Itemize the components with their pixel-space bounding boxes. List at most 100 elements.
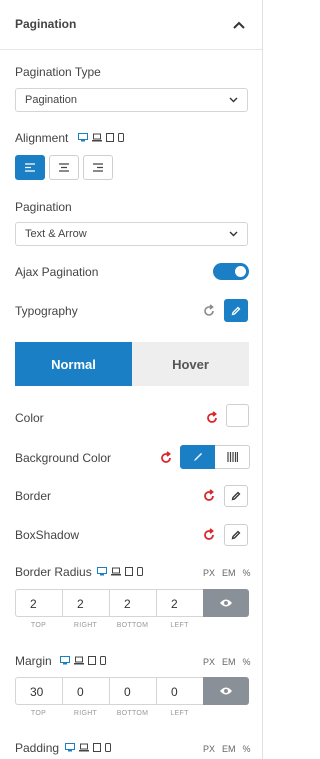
mobile-icon[interactable] (100, 656, 106, 665)
align-left-icon (25, 163, 35, 172)
align-right-icon (93, 163, 103, 172)
side-label-bottom: BOTTOM (116, 622, 149, 629)
typography-label: Typography (15, 304, 78, 318)
eye-icon (220, 599, 232, 607)
pagination-settings-panel: Pagination Pagination Type Pagination Al… (0, 0, 263, 759)
border-radius-right-input[interactable]: 2 (62, 589, 109, 617)
border-edit-button[interactable] (224, 485, 248, 507)
border-label: Border (15, 489, 52, 503)
margin-top-input[interactable]: 30 (15, 677, 62, 705)
border-radius-bottom-input[interactable]: 2 (109, 589, 156, 617)
reset-icon[interactable] (202, 528, 216, 542)
reset-icon[interactable] (202, 489, 216, 503)
margin-inputs: 30 0 0 0 (15, 677, 249, 705)
laptop-icon[interactable] (79, 743, 89, 752)
box-shadow-edit-button[interactable] (224, 524, 248, 546)
pagination-value: Text & Arrow (25, 228, 87, 240)
alignment-label: Alignment (15, 131, 69, 145)
side-label-right: RIGHT (73, 710, 98, 717)
box-shadow-label: BoxShadow (15, 528, 80, 542)
pagination-select[interactable]: Text & Arrow (15, 222, 248, 246)
tab-hover[interactable]: Hover (132, 342, 249, 386)
mobile-icon[interactable] (118, 133, 124, 142)
pagination-label: Pagination (15, 200, 72, 214)
desktop-icon[interactable] (65, 743, 75, 752)
side-label-top: TOP (30, 710, 47, 717)
eye-icon (220, 687, 232, 695)
unit-switcher: PX EM % (203, 657, 251, 667)
desktop-icon[interactable] (78, 133, 88, 142)
side-label-top: TOP (30, 622, 47, 629)
border-radius-top-input[interactable]: 2 (15, 589, 62, 617)
typography-edit-button[interactable] (224, 299, 248, 322)
mobile-icon[interactable] (137, 567, 143, 576)
device-switcher (65, 743, 111, 752)
side-label-left: LEFT (170, 622, 189, 629)
chevron-down-icon (229, 97, 238, 103)
padding-label: Padding (15, 741, 60, 755)
chevron-up-icon[interactable] (231, 17, 247, 33)
reset-icon[interactable] (202, 304, 216, 318)
ajax-pagination-label: Ajax Pagination (15, 265, 99, 279)
desktop-icon[interactable] (97, 567, 107, 576)
margin-label: Margin (15, 654, 52, 668)
pagination-type-label: Pagination Type (15, 65, 101, 79)
reset-icon[interactable] (159, 451, 173, 465)
tablet-icon[interactable] (125, 567, 133, 576)
side-label-left: LEFT (170, 710, 189, 717)
border-radius-inputs: 2 2 2 2 (15, 589, 249, 617)
unit-px[interactable]: PX (203, 744, 215, 754)
border-radius-left-input[interactable]: 2 (156, 589, 203, 617)
desktop-icon[interactable] (60, 656, 70, 665)
link-values-button[interactable] (203, 589, 249, 617)
margin-bottom-input[interactable]: 0 (109, 677, 156, 705)
section-title: Pagination (15, 17, 77, 31)
margin-left-input[interactable]: 0 (156, 677, 203, 705)
ajax-pagination-toggle[interactable] (213, 263, 249, 280)
pencil-icon (231, 530, 241, 540)
tab-normal[interactable]: Normal (15, 342, 132, 386)
tablet-icon[interactable] (93, 743, 101, 752)
pagination-type-select[interactable]: Pagination (15, 88, 248, 112)
link-values-button[interactable] (203, 677, 249, 705)
reset-icon[interactable] (205, 411, 219, 425)
device-switcher (78, 133, 124, 142)
unit-percent[interactable]: % (243, 744, 251, 754)
pagination-type-value: Pagination (25, 94, 77, 106)
side-label-bottom: BOTTOM (116, 710, 149, 717)
tablet-icon[interactable] (106, 133, 114, 142)
unit-percent[interactable]: % (243, 657, 251, 667)
device-switcher (60, 656, 106, 665)
unit-switcher: PX EM % (203, 568, 251, 578)
device-switcher (97, 567, 143, 576)
background-gradient-button[interactable] (215, 445, 250, 469)
laptop-icon[interactable] (111, 567, 121, 576)
background-type-switch (180, 445, 250, 469)
laptop-icon[interactable] (74, 656, 84, 665)
chevron-down-icon (229, 231, 238, 237)
align-center-icon (59, 163, 69, 172)
align-right-button[interactable] (83, 155, 113, 180)
side-label-right: RIGHT (73, 622, 98, 629)
section-header[interactable]: Pagination (0, 0, 262, 50)
border-radius-side-labels: TOP RIGHT BOTTOM LEFT (15, 622, 203, 629)
color-swatch[interactable] (226, 404, 249, 427)
unit-px[interactable]: PX (203, 657, 215, 667)
unit-switcher: PX EM % (203, 744, 251, 754)
border-radius-label: Border Radius (15, 565, 92, 579)
align-left-button[interactable] (15, 155, 45, 180)
unit-em[interactable]: EM (222, 744, 236, 754)
align-center-button[interactable] (49, 155, 79, 180)
margin-right-input[interactable]: 0 (62, 677, 109, 705)
unit-em[interactable]: EM (222, 657, 236, 667)
brush-icon (193, 453, 202, 461)
background-classic-button[interactable] (180, 445, 215, 469)
margin-side-labels: TOP RIGHT BOTTOM LEFT (15, 710, 203, 717)
alignment-buttons (15, 155, 113, 180)
unit-em[interactable]: EM (222, 568, 236, 578)
unit-percent[interactable]: % (243, 568, 251, 578)
mobile-icon[interactable] (105, 743, 111, 752)
unit-px[interactable]: PX (203, 568, 215, 578)
tablet-icon[interactable] (88, 656, 96, 665)
laptop-icon[interactable] (92, 133, 102, 142)
